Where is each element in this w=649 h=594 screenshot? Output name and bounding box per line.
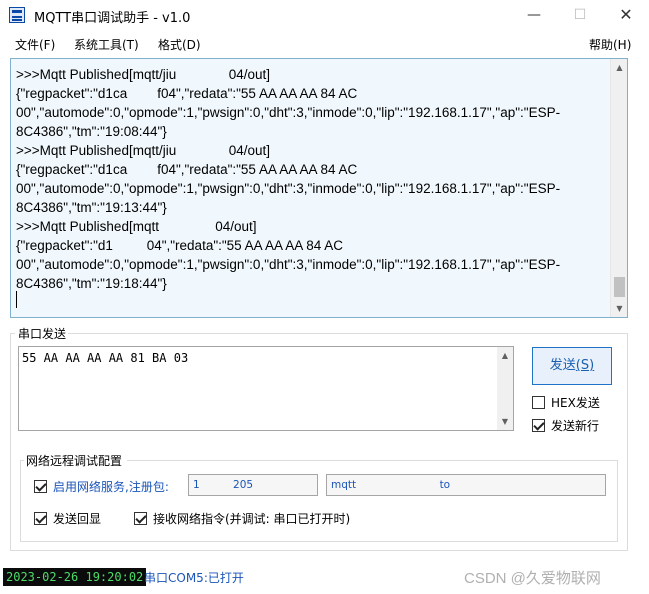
menu-help[interactable]: 帮助(H) [589, 36, 631, 53]
scroll-thumb[interactable] [614, 277, 625, 297]
send-scrollbar[interactable]: ▲ ▼ [497, 347, 513, 430]
maximize-button[interactable]: ☐ [557, 0, 603, 30]
scroll-up-icon[interactable]: ▲ [611, 59, 627, 76]
serial-send-group-label: 串口发送 [16, 325, 69, 342]
log-line: 8C4386","tm":"19:13:44"} [16, 200, 167, 215]
receive-log: >>>Mqtt Published[mqtt/jiu 04/out] {"reg… [16, 65, 608, 293]
checkbox-icon [134, 512, 147, 525]
log-line: {"regpacket":"d1ca f04","redata":"55 AA … [16, 162, 358, 177]
app-icon [9, 7, 25, 23]
log-line: >>>Mqtt Published[mqtt/jiu 04/out] [16, 143, 271, 158]
minimize-button[interactable]: — [511, 0, 557, 30]
scroll-down-icon[interactable]: ▼ [497, 413, 513, 430]
menu-tools[interactable]: 系统工具(T) [74, 36, 139, 53]
menu-format[interactable]: 格式(D) [158, 36, 201, 53]
scroll-down-icon[interactable]: ▼ [611, 300, 627, 317]
title-bar: MQTT串口调试助手 - v1.0 — ☐ ✕ [0, 0, 649, 30]
enable-service-label: 启用网络服务,注册包: [53, 480, 169, 494]
log-line: {"regpacket":"d1ca f04","redata":"55 AA … [16, 86, 358, 101]
log-line: 00","automode":0,"opmode":1,"pwsign":0,"… [16, 105, 561, 120]
scroll-up-icon[interactable]: ▲ [497, 347, 513, 364]
register-packet-field[interactable]: 1 205 [188, 474, 318, 496]
window-title: MQTT串口调试助手 - v1.0 [34, 11, 191, 26]
send-button[interactable]: 发送(S) [532, 347, 612, 385]
checkbox-icon [34, 512, 47, 525]
receive-commands-checkbox[interactable]: 接收网络指令(并调试: 串口已打开时) [134, 510, 350, 527]
network-group [20, 460, 618, 542]
send-input-value: 55 AA AA AA AA 81 BA 03 [22, 351, 189, 365]
close-button[interactable]: ✕ [603, 0, 649, 30]
text-caret [16, 291, 17, 308]
menu-bar: 文件(F) 系统工具(T) 格式(D) 帮助(H) [0, 32, 649, 54]
send-input[interactable]: 55 AA AA AA AA 81 BA 03 ▲ ▼ [18, 346, 514, 431]
log-line: 00","automode":0,"opmode":1,"pwsign":0,"… [16, 257, 561, 272]
log-line: >>>Mqtt Published[mqtt 04/out] [16, 219, 257, 234]
log-line: {"regpacket":"d1 04","redata":"55 AA AA … [16, 238, 344, 253]
log-line: 8C4386","tm":"19:08:44"} [16, 124, 167, 139]
menu-file[interactable]: 文件(F) [15, 36, 55, 53]
checkbox-icon [34, 480, 47, 493]
hex-send-checkbox[interactable]: HEX发送 [532, 394, 600, 411]
receive-textarea[interactable]: >>>Mqtt Published[mqtt/jiu 04/out] {"reg… [10, 58, 628, 318]
watermark-text: CSDN @久爱物联网 [464, 570, 601, 587]
send-newline-label: 发送新行 [551, 419, 600, 433]
log-line: >>>Mqtt Published[mqtt/jiu 04/out] [16, 67, 271, 82]
status-port-state: 串口COM5:已打开 [144, 571, 244, 585]
log-line: 00","automode":0,"opmode":1,"pwsign":0,"… [16, 181, 561, 196]
checkbox-icon [532, 396, 545, 409]
log-line: 8C4386","tm":"19:18:44"} [16, 276, 167, 291]
send-echo-label: 发送回显 [53, 512, 102, 526]
topic-field[interactable]: mqtt to [326, 474, 606, 496]
enable-service-checkbox[interactable]: 启用网络服务,注册包: [34, 478, 169, 495]
send-echo-checkbox[interactable]: 发送回显 [34, 510, 101, 527]
checkbox-icon [532, 419, 545, 432]
send-button-label: 发送 [549, 358, 576, 373]
receive-scrollbar[interactable]: ▲ ▼ [610, 59, 627, 317]
hex-send-label: HEX发送 [551, 396, 600, 410]
status-datetime: 2023-02-26 19:20:02 [3, 568, 147, 586]
send-button-shortcut: (S) [575, 358, 595, 373]
send-newline-checkbox[interactable]: 发送新行 [532, 417, 599, 434]
receive-commands-label: 接收网络指令(并调试: 串口已打开时) [153, 512, 351, 526]
network-group-label: 网络远程调试配置 [24, 452, 125, 469]
